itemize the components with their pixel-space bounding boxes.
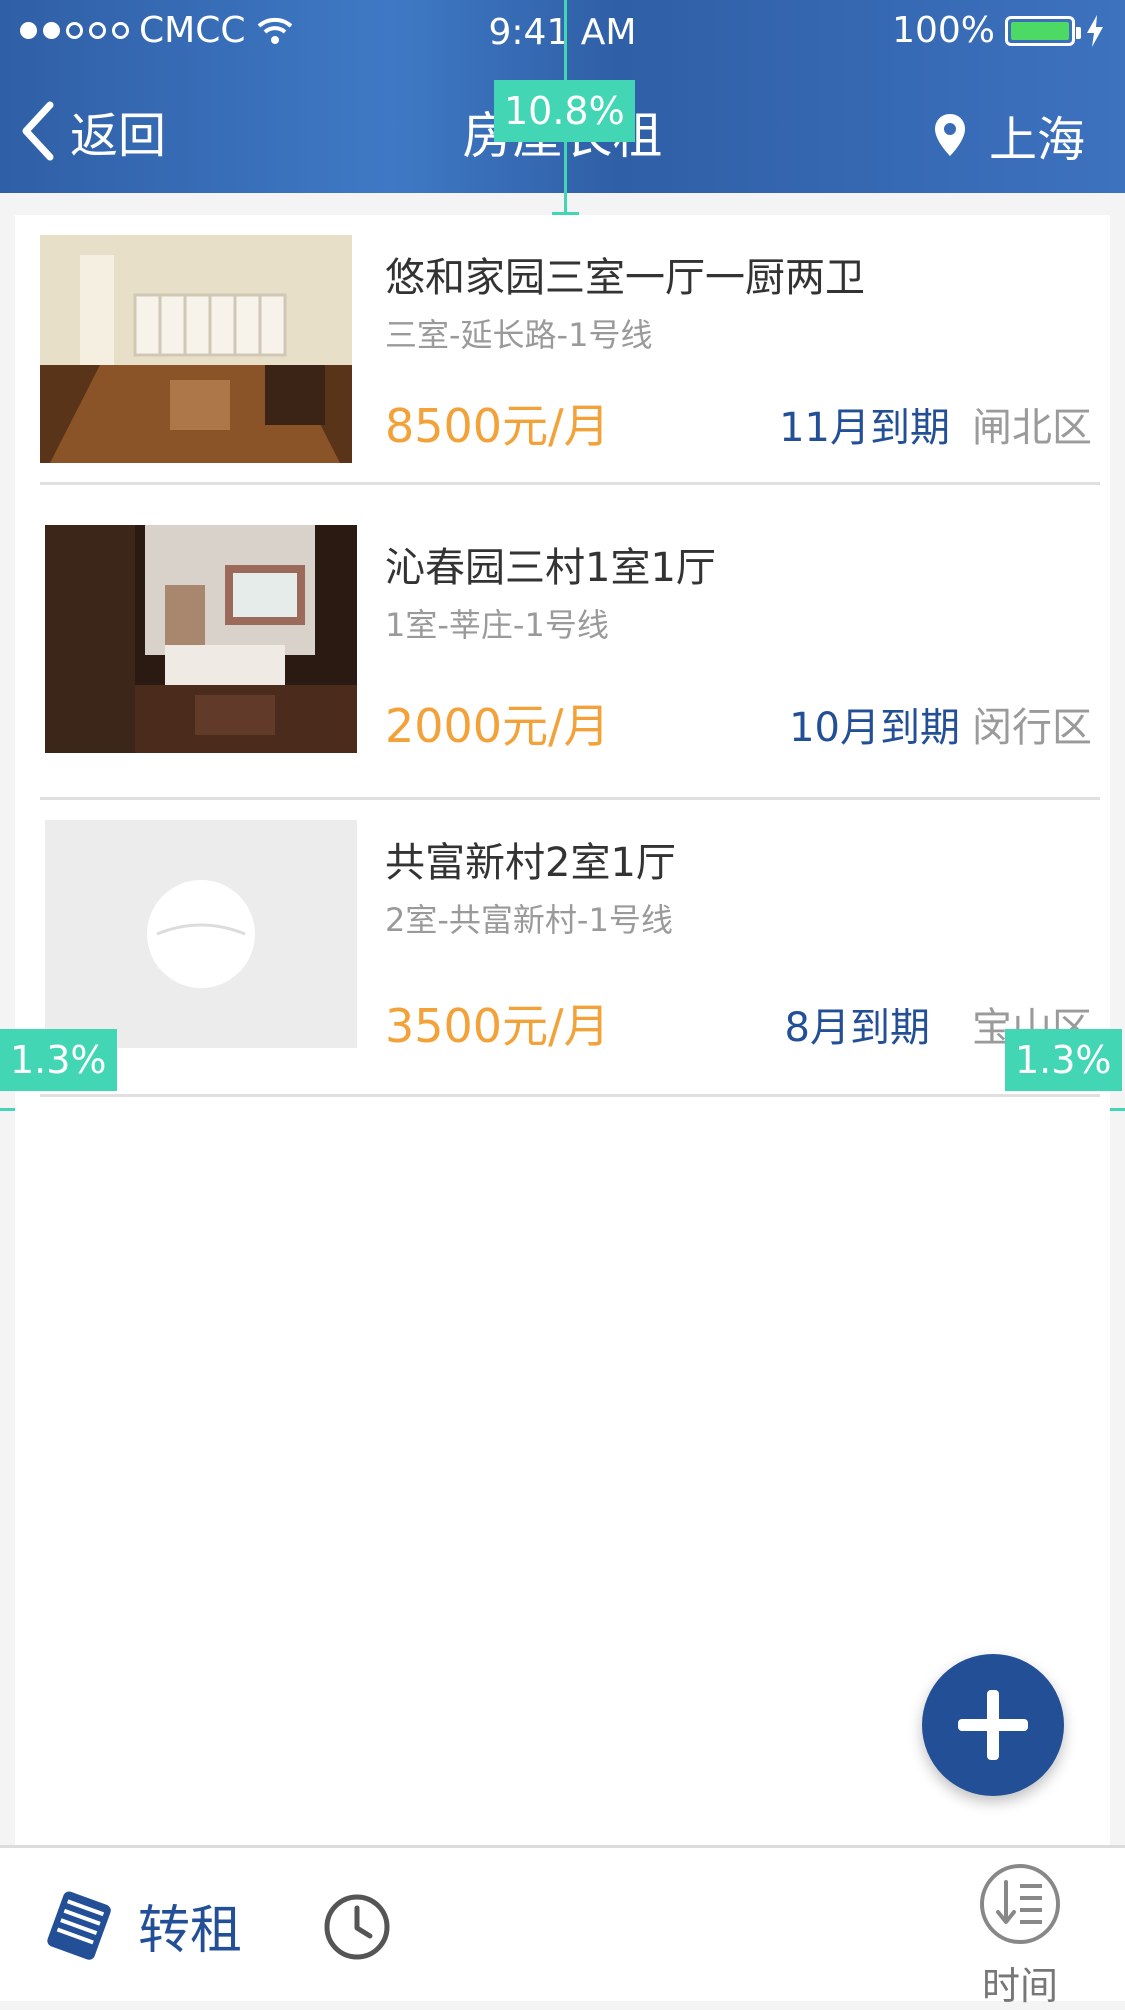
tab-sublet[interactable]: 转租 <box>40 1888 242 1963</box>
tab-sublet-label: 转租 <box>138 1901 243 1961</box>
measure-badge-top: 10.8% <box>494 80 635 142</box>
listing-district: 闸北区 <box>972 405 1092 451</box>
battery-percent: 100% <box>892 10 995 51</box>
measure-tick-left <box>0 1108 15 1111</box>
listing-thumbnail <box>45 525 357 753</box>
listing-panel: 悠和家园三室一厅一厨两卫 三室-延长路-1号线 8500元/月 11月到期 闸北… <box>15 215 1110 1845</box>
status-right: 100% <box>892 10 1105 51</box>
charging-icon <box>1087 14 1103 47</box>
bottom-bar: 转租 时间 <box>0 1845 1125 2008</box>
tab-history[interactable] <box>322 1892 392 1962</box>
listing-subtitle: 1室-莘庄-1号线 <box>385 606 609 644</box>
placeholder-image <box>45 820 357 1048</box>
listing-expire: 10月到期 <box>789 705 960 751</box>
living-room-photo <box>40 235 352 463</box>
listing-subtitle: 2室-共富新村-1号线 <box>385 901 673 939</box>
sort-label: 时间 <box>981 1964 1058 2008</box>
listing-price: 3500元/月 <box>385 999 610 1053</box>
listing-thumbnail <box>40 235 352 463</box>
location-label: 上海 <box>988 112 1085 168</box>
location-selector[interactable]: 上海 <box>933 100 1085 170</box>
measure-badge-left: 1.3% <box>0 1029 117 1091</box>
clock-icon <box>324 1894 390 1960</box>
sort-by-time-button[interactable]: 时间 <box>975 1862 1065 2010</box>
sort-icon <box>980 1864 1060 1944</box>
listing-title: 共富新村2室1厅 <box>385 840 676 886</box>
listing-expire: 11月到期 <box>779 405 950 451</box>
listing-district: 闵行区 <box>972 705 1092 751</box>
bedroom-photo <box>45 525 357 753</box>
list-item[interactable]: 共富新村2室1厅 2室-共富新村-1号线 3500元/月 8月到期 宝山区 <box>40 800 1100 1097</box>
list-item[interactable]: 沁春园三村1室1厅 1室-莘庄-1号线 2000元/月 10月到期 闵行区 <box>40 505 1100 800</box>
listing-price: 8500元/月 <box>385 399 610 453</box>
listing-title: 悠和家园三室一厅一厨两卫 <box>385 255 865 301</box>
measure-badge-right: 1.3% <box>1005 1029 1122 1091</box>
battery-icon <box>1005 15 1081 46</box>
location-pin-icon <box>934 114 965 156</box>
listing-title: 沁春园三村1室1厅 <box>385 545 716 591</box>
listing-expire: 8月到期 <box>784 1005 930 1051</box>
measure-tick-right <box>1110 1108 1125 1111</box>
listing-price: 2000元/月 <box>385 699 610 753</box>
list-item[interactable]: 悠和家园三室一厅一厨两卫 三室-延长路-1号线 8500元/月 11月到期 闸北… <box>40 215 1100 485</box>
add-listing-button[interactable] <box>922 1654 1064 1796</box>
listing-thumbnail <box>45 820 357 1048</box>
status-bar: CMCC 9:41 AM 100% <box>0 0 1125 66</box>
listing-subtitle: 三室-延长路-1号线 <box>385 316 653 354</box>
clipboard-icon <box>47 1891 111 1960</box>
